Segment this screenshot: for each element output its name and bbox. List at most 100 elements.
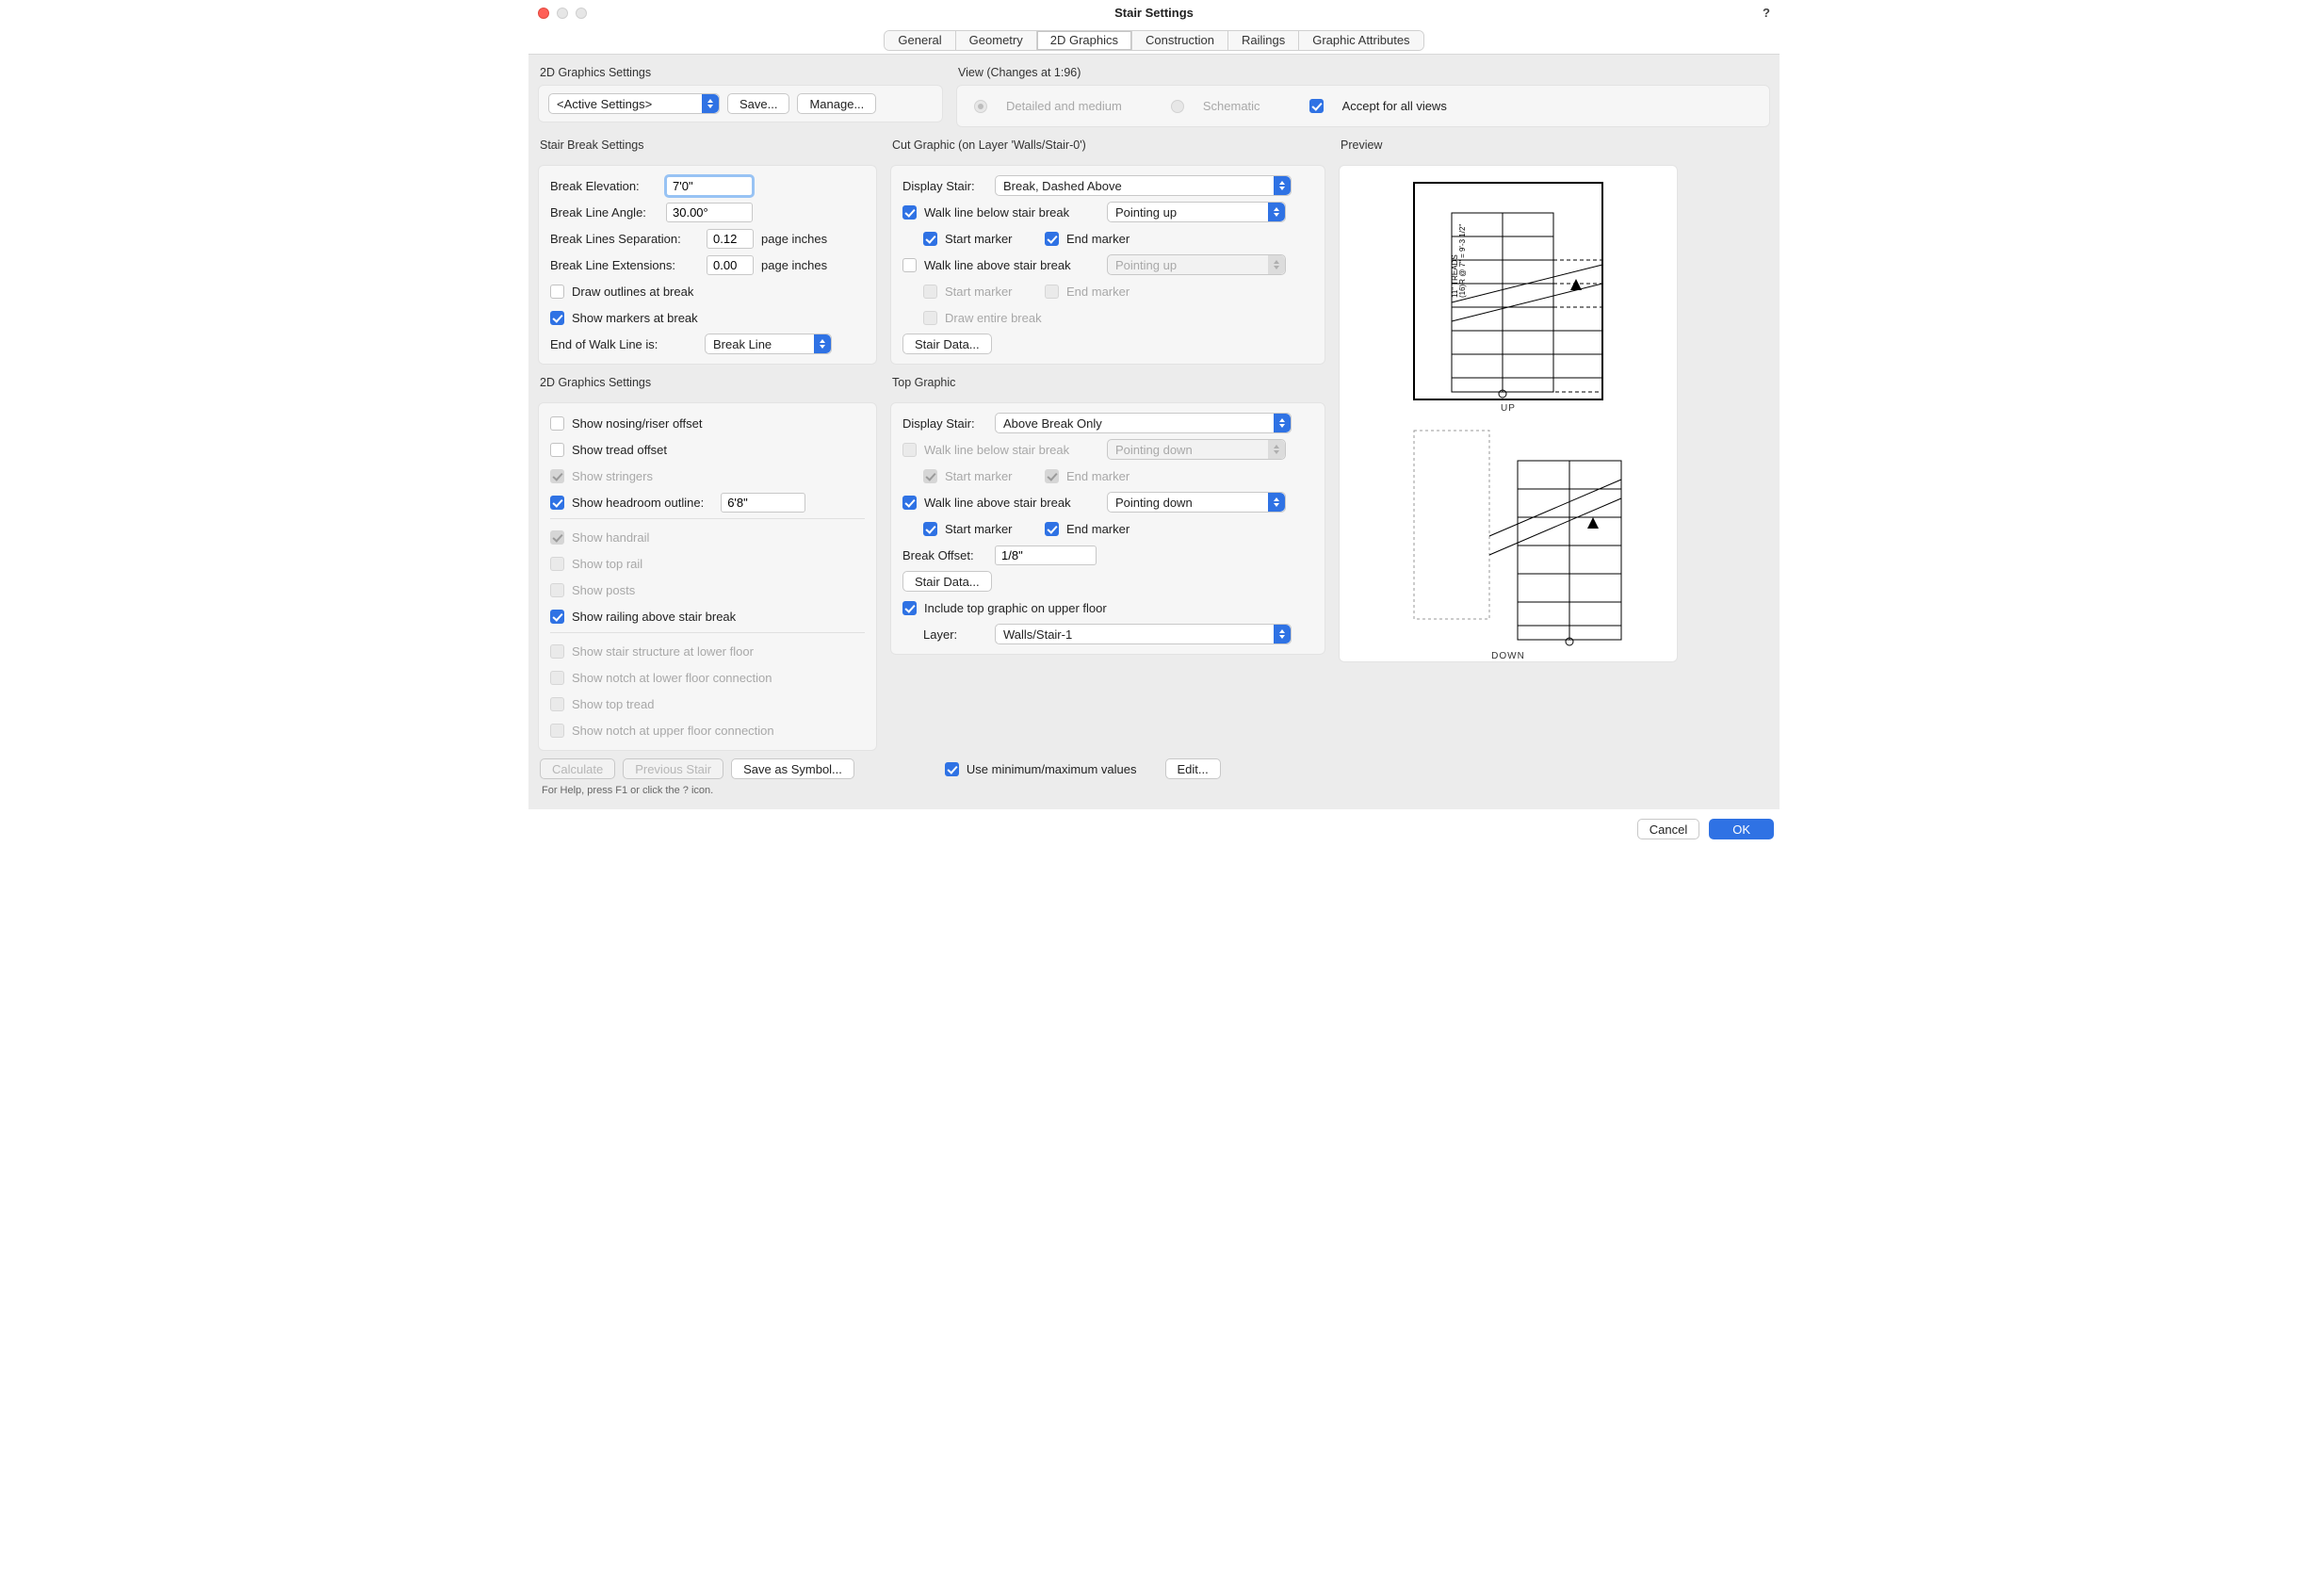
show-markers-label: Show markers at break [572,311,698,325]
tread-label: Show tread offset [572,443,667,457]
checkbox-tread-offset[interactable] [550,443,564,457]
break-offset-input[interactable] [995,546,1097,565]
svg-text:(16)R @ 7" = 9'-3 1/2": (16)R @ 7" = 9'-3 1/2" [1458,224,1467,298]
top-walk-above-dir-select[interactable]: Pointing down [1107,492,1286,513]
cancel-button[interactable]: Cancel [1637,819,1699,839]
checkbox-railing-above-break[interactable] [550,610,564,624]
checkbox-cut-above-end-marker [1045,285,1059,299]
cut-heading: Cut Graphic (on Layer 'Walls/Stair-0') [890,135,1325,157]
break-elevation-label: Break Elevation: [550,179,658,193]
break-elevation-input[interactable] [666,176,753,196]
tab-2d-graphics[interactable]: 2D Graphics [1037,31,1132,50]
checkbox-top-above-end-marker[interactable] [1045,522,1059,536]
top-above-end-marker-label: End marker [1066,522,1130,536]
break-angle-label: Break Line Angle: [550,205,658,220]
checkbox-cut-below-end-marker[interactable] [1045,232,1059,246]
checkbox-nosing[interactable] [550,416,564,431]
cut-below-end-marker-label: End marker [1066,232,1130,246]
break-angle-input[interactable] [666,203,753,222]
checkbox-top-rail [550,557,564,571]
headroom-label: Show headroom outline: [572,496,704,510]
top-walk-above-label: Walk line above stair break [924,496,1099,510]
checkbox-handrail [550,530,564,545]
checkbox-show-markers[interactable] [550,311,564,325]
checkbox-top-walk-below [902,443,917,457]
tab-bar: General Geometry 2D Graphics Constructio… [528,26,1780,55]
preview-panel: 11" TREADS (16)R @ 7" = 9'-3 1/2" UP [1339,165,1678,662]
calculate-button: Calculate [540,758,615,779]
top-stair-data-button[interactable]: Stair Data... [902,571,992,592]
cut-above-start-marker-label: Start marker [945,285,1037,299]
top-display-label: Display Stair: [902,416,987,431]
checkbox-accept-all-views[interactable] [1309,99,1324,113]
cut-above-end-marker-label: End marker [1066,285,1130,299]
radio-schematic-label: Schematic [1203,99,1260,113]
chevron-updown-icon [1274,625,1291,643]
radio-detailed [974,100,987,113]
top-walk-below-label: Walk line below stair break [924,443,1099,457]
top-rail-label: Show top rail [572,557,642,571]
cut-panel: Display Stair: Break, Dashed Above Walk … [890,165,1325,365]
minimize-icon[interactable] [557,8,568,19]
tab-railings[interactable]: Railings [1228,31,1299,50]
chevron-updown-icon [702,94,719,113]
top-graphic-panel: Display Stair: Above Break Only Walk lin… [890,402,1325,655]
layer-select[interactable]: Walls/Stair-1 [995,624,1292,644]
view-heading: View (Changes at 1:96) [956,62,1770,85]
break-offset-label: Break Offset: [902,548,987,562]
tab-graphic-attributes[interactable]: Graphic Attributes [1299,31,1422,50]
preset-panel: <Active Settings> Save... Manage... [538,85,943,122]
cut-stair-data-button[interactable]: Stair Data... [902,334,992,354]
accept-all-views-label: Accept for all views [1342,99,1447,113]
checkbox-draw-outlines[interactable] [550,285,564,299]
tab-general[interactable]: General [885,31,955,50]
checkbox-headroom[interactable] [550,496,564,510]
checkbox-cut-walk-below[interactable] [902,205,917,220]
preview-down-label: DOWN [1349,651,1667,661]
top-display-select[interactable]: Above Break Only [995,413,1292,433]
break-sep-label: Break Lines Separation: [550,232,699,246]
edit-min-max-button[interactable]: Edit... [1165,758,1221,779]
top-walk-below-dir-select: Pointing down [1107,439,1286,460]
gfx2d-panel: Show nosing/riser offset Show tread offs… [538,402,877,751]
maximize-icon[interactable] [576,8,587,19]
checkbox-top-below-start-marker [923,469,937,483]
break-ext-input[interactable] [707,255,754,275]
help-button[interactable]: ? [1763,6,1770,20]
save-as-symbol-button[interactable]: Save as Symbol... [731,758,854,779]
radio-schematic [1171,100,1184,113]
preview-upper: 11" TREADS (16)R @ 7" = 9'-3 1/2" [1349,175,1667,401]
chevron-updown-icon [1268,493,1285,512]
headroom-input[interactable] [721,493,805,513]
checkbox-cut-walk-above[interactable] [902,258,917,272]
preset-select[interactable]: <Active Settings> [548,93,720,114]
settings-heading: 2D Graphics Settings [538,62,943,85]
cut-walk-below-label: Walk line below stair break [924,205,1099,220]
chevron-updown-icon [1268,203,1285,221]
checkbox-top-above-start-marker[interactable] [923,522,937,536]
break-panel: Break Elevation: Break Line Angle: Break… [538,165,877,365]
save-preset-button[interactable]: Save... [727,93,789,114]
checkbox-cut-below-start-marker[interactable] [923,232,937,246]
top-below-start-marker-label: Start marker [945,469,1037,483]
previous-stair-button: Previous Stair [623,758,723,779]
chevron-updown-icon [814,334,831,353]
manage-preset-button[interactable]: Manage... [797,93,876,114]
cut-walk-above-label: Walk line above stair break [924,258,1099,272]
end-walkline-select[interactable]: Break Line [705,334,832,354]
tab-construction[interactable]: Construction [1132,31,1228,50]
cut-walk-below-dir-select[interactable]: Pointing up [1107,202,1286,222]
chevron-updown-icon [1268,255,1285,274]
cut-display-select[interactable]: Break, Dashed Above [995,175,1292,196]
tab-geometry[interactable]: Geometry [956,31,1037,50]
checkbox-use-min-max[interactable] [945,762,959,776]
ok-button[interactable]: OK [1709,819,1774,839]
checkbox-top-walk-above[interactable] [902,496,917,510]
break-heading: Stair Break Settings [538,135,877,157]
top-graphic-heading: Top Graphic [890,372,1325,395]
break-sep-input[interactable] [707,229,754,249]
close-icon[interactable] [538,8,549,19]
view-panel: Detailed and medium Schematic Accept for… [956,85,1770,127]
cut-walk-above-dir-select: Pointing up [1107,254,1286,275]
checkbox-include-top-graphic[interactable] [902,601,917,615]
